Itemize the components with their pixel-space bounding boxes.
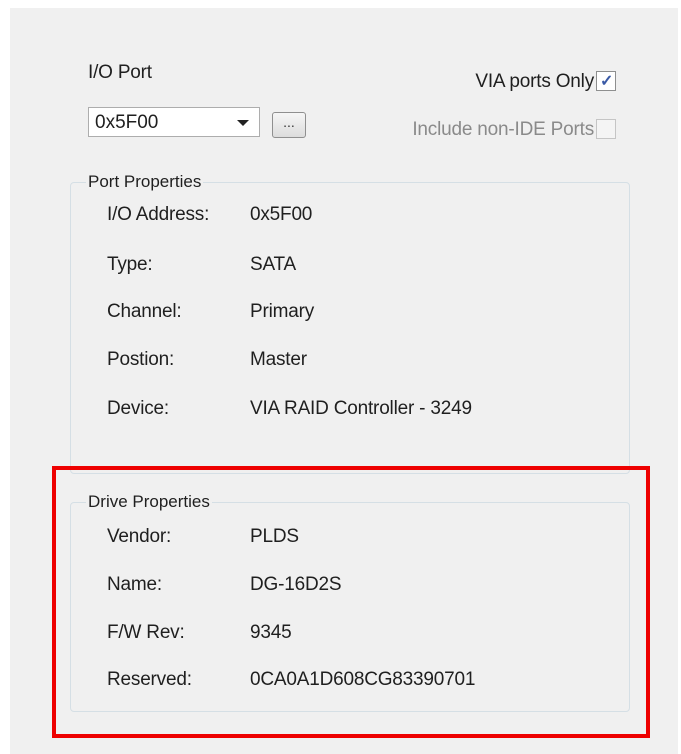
io-port-select-value: 0x5F00 [95, 112, 159, 133]
io-port-label: I/O Port [88, 62, 152, 83]
io-port-select[interactable]: 0x5F00 [88, 107, 260, 137]
via-ports-only-checkbox[interactable]: ✓ [596, 71, 616, 91]
include-non-ide-checkbox [596, 119, 616, 139]
browse-button[interactable]: ... [272, 112, 306, 138]
port-prop-label-position: Postion: [107, 349, 175, 370]
port-prop-value-device: VIA RAID Controller - 3249 [250, 398, 472, 419]
checkmark-icon: ✓ [600, 73, 614, 90]
port-prop-value-address: 0x5F00 [250, 204, 313, 225]
port-prop-label-channel: Channel: [107, 301, 182, 322]
port-prop-label-address: I/O Address: [107, 204, 210, 225]
port-prop-value-type: SATA [250, 254, 297, 275]
port-prop-value-channel: Primary [250, 301, 315, 322]
port-prop-label-device: Device: [107, 398, 169, 419]
via-ports-only-label[interactable]: VIA ports Only [475, 71, 594, 93]
port-prop-value-position: Master [250, 349, 307, 370]
include-non-ide-label: Include non-IDE Ports [412, 119, 594, 140]
highlight-box [52, 466, 650, 738]
chevron-down-icon[interactable] [237, 120, 249, 126]
port-properties-title: Port Properties [86, 172, 204, 192]
port-prop-label-type: Type: [107, 254, 153, 275]
